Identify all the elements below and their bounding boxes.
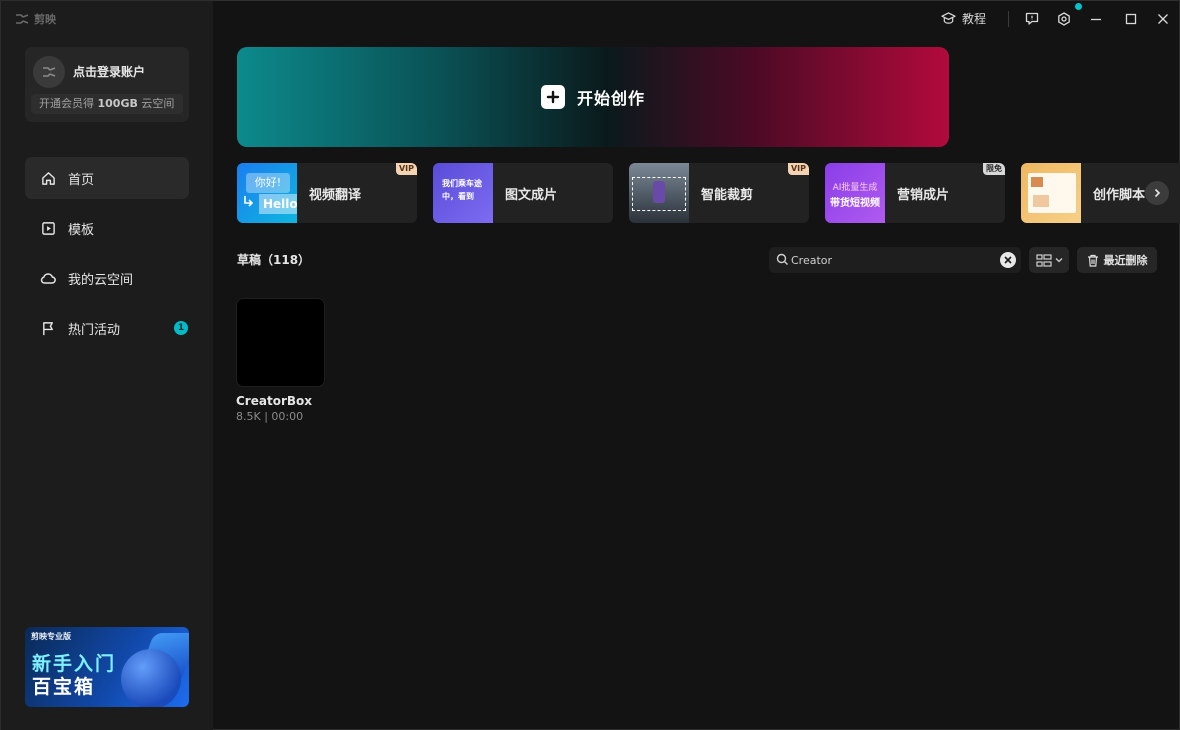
graduation-cap-icon: [941, 12, 956, 24]
tool-smart-crop[interactable]: 智能裁剪 VIP: [629, 163, 809, 223]
beginner-promo-banner[interactable]: 剪映专业版 新手入门 百宝箱: [25, 627, 189, 707]
tool-label: 图文成片: [505, 187, 558, 203]
script-image: [1033, 195, 1049, 207]
minimize-icon: [1091, 18, 1101, 21]
minimize-button[interactable]: [1086, 9, 1106, 29]
recently-deleted-button[interactable]: 最近删除: [1077, 247, 1157, 273]
home-icon: [40, 170, 56, 186]
start-creation-button[interactable]: 开始创作: [237, 47, 949, 147]
skater-figure: [653, 181, 665, 203]
sidebar-item-label: 我的云空间: [68, 272, 134, 288]
titlebar: 教程: [213, 1, 1179, 37]
feedback-button[interactable]: [1022, 9, 1042, 29]
sidebar-item-label: 热门活动: [68, 322, 121, 338]
tool-label: 智能裁剪: [701, 187, 754, 203]
thumb-text: 我们乘车途中，看到: [442, 179, 482, 201]
thumb-text-top: 你好!: [246, 173, 290, 193]
tutorial-label: 教程: [962, 12, 987, 26]
vip-tag: VIP: [395, 163, 417, 175]
tool-label: 创作脚本: [1093, 187, 1146, 203]
membership-promo[interactable]: 开通会员得 100GB 云空间: [31, 94, 183, 114]
maximize-icon: [1125, 13, 1137, 25]
search-box: [769, 247, 1021, 273]
arrow-icon: [244, 196, 254, 207]
creative-script-thumbnail: [1021, 163, 1081, 223]
notification-badge: 1: [174, 321, 188, 335]
smart-crop-thumbnail: [629, 163, 689, 223]
sidebar-item-home[interactable]: 首页: [25, 157, 189, 199]
chevron-down-icon: [1055, 258, 1062, 263]
text-to-video-thumbnail: 我们乘车途中，看到: [433, 163, 493, 223]
close-icon: [1158, 14, 1168, 24]
recently-deleted-label: 最近删除: [1103, 254, 1148, 267]
maximize-button[interactable]: [1121, 9, 1141, 29]
tutorial-button[interactable]: 教程: [941, 10, 986, 27]
app-name: 剪映: [34, 13, 56, 26]
sidebar: 剪映 点击登录账户 开通会员得 100GB 云空间 首页 模板 我的云空间 热门…: [1, 1, 213, 730]
update-dot: [1075, 3, 1082, 10]
vip-tag: VIP: [787, 163, 809, 175]
marketing-video-thumbnail: AI批量生成 带货短视频: [825, 163, 885, 223]
capcut-avatar-icon: [43, 67, 56, 77]
thumb-line-2: 带货短视频: [830, 198, 880, 209]
promo-subtitle: 百宝箱: [32, 676, 96, 698]
gear-icon: [1058, 12, 1070, 26]
titlebar-divider: [1008, 11, 1009, 27]
template-icon: [40, 220, 56, 236]
login-label[interactable]: 点击登录账户: [73, 63, 145, 80]
clear-search-button[interactable]: [1000, 252, 1016, 268]
drafts-title: 草稿（118）: [237, 253, 311, 267]
thumb-line-1: AI批量生成: [832, 183, 878, 193]
member-highlight: 100GB: [97, 97, 138, 110]
member-prefix: 开通会员得: [39, 97, 94, 110]
draft-meta: 8.5K | 00:00: [236, 410, 304, 423]
settings-button[interactable]: [1054, 9, 1074, 29]
tool-marketing-video[interactable]: AI批量生成 带货短视频 营销成片 限免: [825, 163, 1005, 223]
sidebar-item-events[interactable]: 热门活动 1: [25, 307, 189, 349]
app-logo: 剪映: [15, 11, 56, 27]
draft-name: CreatorBox: [236, 394, 312, 408]
start-creation-label: 开始创作: [576, 89, 645, 108]
grid-view-icon: [1035, 253, 1052, 267]
feedback-icon: [1025, 12, 1039, 25]
close-button[interactable]: [1153, 9, 1173, 29]
sidebar-item-templates[interactable]: 模板: [25, 207, 189, 249]
draft-card[interactable]: CreatorBox 8.5K | 00:00: [236, 298, 326, 423]
tool-text-to-video[interactable]: 我们乘车途中，看到 图文成片: [433, 163, 613, 223]
search-icon: [776, 253, 788, 265]
member-suffix: 云空间: [141, 97, 175, 110]
tools-next-button[interactable]: [1145, 181, 1169, 205]
promo-brand: 剪映专业版: [31, 632, 71, 641]
video-translate-thumbnail: 你好! Hello: [237, 163, 297, 223]
tool-shortcuts: 你好! Hello 视频翻译 VIP 我们乘车途中，看到 图文成片 智能裁剪 V…: [237, 163, 1180, 223]
flag-icon: [40, 320, 56, 336]
avatar[interactable]: [33, 56, 65, 88]
view-toggle-button[interactable]: [1029, 247, 1069, 273]
sidebar-nav: 首页 模板 我的云空间 热门活动 1: [25, 157, 189, 357]
draft-thumbnail[interactable]: [236, 298, 325, 387]
search-input[interactable]: [791, 247, 991, 273]
sidebar-item-label: 模板: [68, 222, 95, 238]
capcut-logo-icon: [16, 14, 29, 24]
thumb-text-bottom: Hello: [259, 194, 297, 214]
cloud-icon: [40, 270, 56, 286]
tool-video-translate[interactable]: 你好! Hello 视频翻译 VIP: [237, 163, 417, 223]
plus-icon: [540, 85, 565, 109]
promo-decoration: [121, 649, 181, 707]
login-card[interactable]: 点击登录账户 开通会员得 100GB 云空间: [25, 47, 189, 122]
tool-label: 视频翻译: [309, 187, 362, 203]
close-icon: [1004, 256, 1012, 264]
script-image: [1031, 177, 1043, 187]
sidebar-item-cloud[interactable]: 我的云空间: [25, 257, 189, 299]
tool-label: 营销成片: [897, 187, 950, 203]
sidebar-item-label: 首页: [68, 172, 95, 188]
trash-icon: [1087, 254, 1098, 267]
app-window: 剪映 点击登录账户 开通会员得 100GB 云空间 首页 模板 我的云空间 热门…: [0, 0, 1180, 730]
free-tag: 限免: [983, 163, 1005, 175]
chevron-right-icon: [1154, 188, 1161, 198]
